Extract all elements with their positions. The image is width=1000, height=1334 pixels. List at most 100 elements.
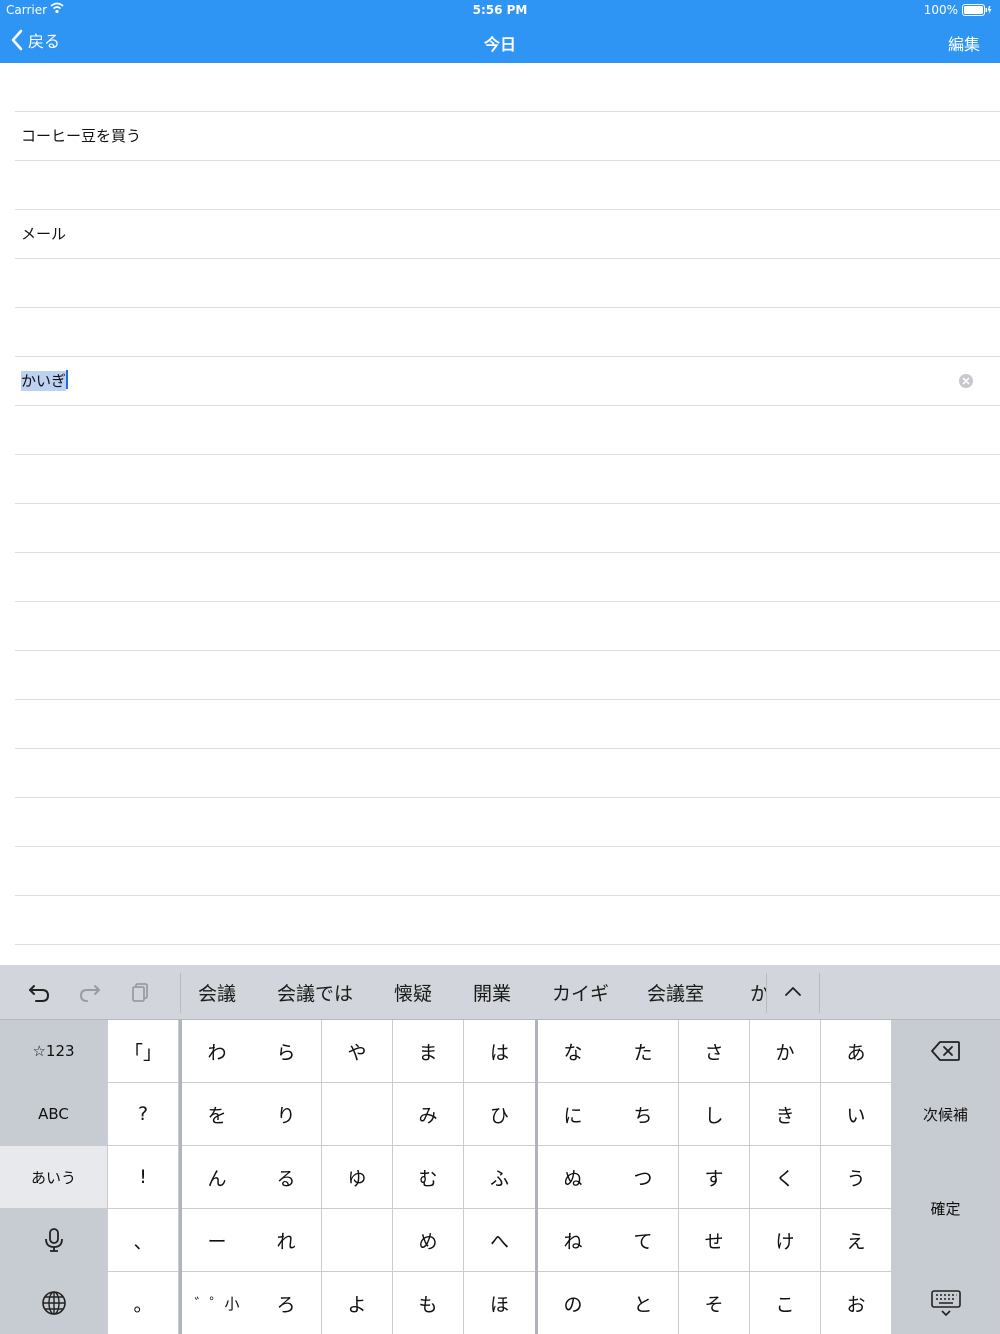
edit-button[interactable]: 編集 [948,31,980,55]
kana-key[interactable]: ぬ [538,1146,609,1209]
list-item[interactable] [15,847,1000,896]
list-item[interactable] [15,504,1000,553]
candidate-6[interactable]: 会議室 [647,979,704,1006]
clock-label: 5:56 PM [472,3,528,17]
list-item[interactable] [15,308,1000,357]
page-title: 今日 [483,35,516,54]
kana-key[interactable]: せ [679,1209,750,1272]
list-item[interactable]: メール [15,210,1000,259]
list-item[interactable] [15,406,1000,455]
kana-key[interactable]: さ [679,1020,750,1083]
numbers-mode-key[interactable]: ☆123 [0,1020,108,1083]
chevron-up-icon[interactable] [780,979,806,1005]
kana-key[interactable]: る [251,1146,322,1209]
candidate-separator [766,973,767,1013]
kana-key[interactable]: い [821,1083,892,1146]
list-item[interactable] [15,63,1000,112]
kana-key[interactable]: は [464,1020,536,1083]
kana-key[interactable]: ひ [464,1083,536,1146]
kana-key[interactable]: め [393,1209,464,1272]
backspace-key[interactable] [892,1020,1000,1083]
kana-key[interactable]: け [750,1209,821,1272]
kana-key[interactable]: へ [464,1209,536,1272]
kana-key[interactable]: ら [251,1020,322,1083]
paste-icon[interactable] [128,979,154,1005]
kana-key[interactable]: ま [393,1020,464,1083]
candidate-2[interactable]: 会議では [277,979,353,1006]
kana-key[interactable]: に [538,1083,609,1146]
kana-key[interactable]: ち [608,1083,679,1146]
candidate-3[interactable]: 懐疑 [394,979,432,1006]
list-item[interactable] [15,749,1000,798]
kana-key[interactable]: ほ [464,1272,536,1334]
candidate-7[interactable]: か [750,979,766,1006]
kana-key[interactable]: よ [322,1272,393,1334]
list-item[interactable]: コーヒー豆を買う [15,112,1000,161]
punctuation-key[interactable]: ! [108,1146,179,1209]
hide-keyboard-key[interactable] [892,1272,1000,1334]
list-item[interactable] [15,896,1000,945]
kana-key[interactable]: み [393,1083,464,1146]
item-text-input[interactable]: かいぎ [21,370,69,391]
list-item[interactable] [15,259,1000,308]
punctuation-key[interactable]: ? [108,1083,179,1146]
abc-mode-key[interactable]: ABC [0,1083,108,1146]
punctuation-key[interactable]: 。 [108,1272,179,1334]
kana-key[interactable]: な [538,1020,609,1083]
confirm-key[interactable]: 確定 [892,1146,1000,1272]
kana-key[interactable]: く [750,1146,821,1209]
kana-key[interactable]: す [679,1146,750,1209]
kana-key[interactable]: お [821,1272,892,1334]
kana-key[interactable]: こ [750,1272,821,1334]
list-item[interactable] [15,798,1000,847]
kana-key[interactable]: も [393,1272,464,1334]
kana-key[interactable]: ゛゜小 [182,1272,253,1334]
candidate-4[interactable]: 開業 [473,979,511,1006]
kana-key[interactable]: と [608,1272,679,1334]
kana-key[interactable]: わ [182,1020,253,1083]
list-item[interactable] [15,161,1000,210]
kana-key[interactable]: を [182,1083,253,1146]
kana-key[interactable]: の [538,1272,609,1334]
kana-key[interactable]: つ [608,1146,679,1209]
kana-key[interactable]: た [608,1020,679,1083]
clear-text-button[interactable] [959,374,973,388]
list-item[interactable] [15,602,1000,651]
kana-key[interactable]: ね [538,1209,609,1272]
kana-key[interactable]: か [750,1020,821,1083]
list-item[interactable] [15,945,1000,965]
kana-key[interactable]: り [251,1083,322,1146]
list-item-editing[interactable]: かいぎ [15,357,1000,406]
kana-key[interactable]: ん [182,1146,253,1209]
list-item[interactable] [15,455,1000,504]
punctuation-key[interactable]: 「」 [108,1020,179,1083]
kana-key[interactable]: う [821,1146,892,1209]
kana-key[interactable]: き [750,1083,821,1146]
next-candidate-key[interactable]: 次候補 [892,1083,1000,1146]
kana-key[interactable]: そ [679,1272,750,1334]
kana-key[interactable]: ー [182,1209,253,1272]
kana-key[interactable]: て [608,1209,679,1272]
redo-icon[interactable] [77,979,103,1005]
list-item[interactable] [15,651,1000,700]
punctuation-key[interactable]: 、 [108,1209,179,1272]
blank-key [322,1209,393,1272]
kana-key[interactable]: れ [251,1209,322,1272]
kana-key[interactable]: ろ [251,1272,322,1334]
kana-key[interactable]: し [679,1083,750,1146]
candidate-1[interactable]: 会議 [198,979,236,1006]
candidate-5[interactable]: カイギ [552,979,609,1006]
kana-key[interactable]: ふ [464,1146,536,1209]
kana-key[interactable]: む [393,1146,464,1209]
kana-key[interactable]: あ [821,1020,892,1083]
kana-key[interactable]: ゆ [322,1146,393,1209]
dictation-key[interactable] [0,1209,108,1272]
kana-key[interactable]: や [322,1020,393,1083]
list-item[interactable] [15,700,1000,749]
kana-mode-key[interactable]: あいう [0,1146,108,1209]
list-item[interactable] [15,553,1000,602]
key-group-separator [179,1020,182,1334]
globe-key[interactable] [0,1272,108,1334]
kana-key[interactable]: え [821,1209,892,1272]
undo-icon[interactable] [26,979,52,1005]
